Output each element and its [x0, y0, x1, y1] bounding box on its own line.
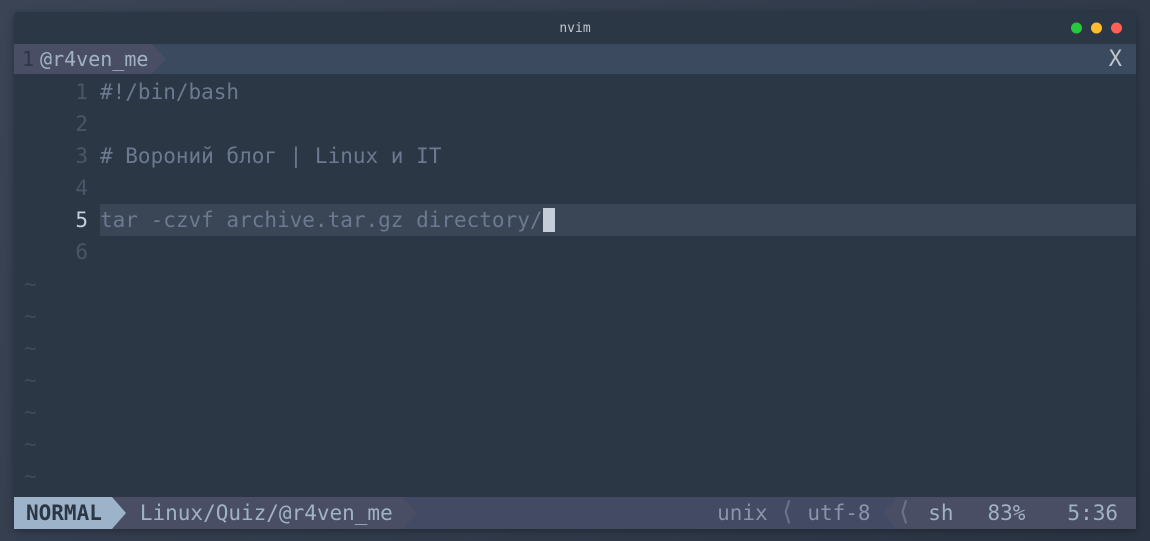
- editor-tabbar: 1 @r4ven_me X: [14, 44, 1136, 74]
- separator-arrow-left-icon: ⟨: [897, 497, 913, 529]
- code-line[interactable]: [100, 172, 1136, 204]
- file-format: unix: [705, 497, 780, 529]
- window-title: nvim: [559, 21, 590, 36]
- line-number: 1: [14, 76, 88, 108]
- terminal-window: nvim 1 @r4ven_me X 1 2 3 4 5 6: [14, 12, 1136, 529]
- separator-arrow-right-icon: [112, 497, 126, 529]
- separator-arrow-left-icon: [883, 497, 897, 529]
- code-line[interactable]: [100, 236, 1136, 268]
- tab-close-button[interactable]: X: [1095, 44, 1136, 74]
- tilde-marker: ~: [24, 428, 100, 460]
- tilde-marker: ~: [24, 332, 100, 364]
- scroll-percent: 83%: [969, 497, 1043, 529]
- code-area[interactable]: #!/bin/bash # Вороний блог | Linux и IT …: [100, 76, 1136, 497]
- tab-active[interactable]: 1 @r4ven_me: [14, 44, 152, 74]
- window-titlebar[interactable]: nvim: [14, 12, 1136, 44]
- line-number: 2: [14, 108, 88, 140]
- cursor-position: 5:36: [1043, 497, 1136, 529]
- code-line-current[interactable]: tar -czvf archive.tar.gz directory/: [100, 204, 1136, 236]
- file-type: sh: [912, 497, 969, 529]
- empty-line-tildes: ~ ~ ~ ~ ~ ~ ~: [14, 268, 100, 492]
- line-number-current: 5: [14, 204, 88, 236]
- line-number: 3: [14, 140, 88, 172]
- tilde-marker: ~: [24, 364, 100, 396]
- editor-left-column: 1 2 3 4 5 6 ~ ~ ~ ~ ~ ~ ~: [14, 76, 100, 497]
- mode-indicator: NORMAL: [14, 497, 112, 529]
- code-line[interactable]: # Вороний блог | Linux и IT: [100, 140, 1136, 172]
- separator-arrow-left-icon: ⟨: [780, 497, 796, 529]
- tilde-marker: ~: [24, 300, 100, 332]
- close-window-button[interactable]: [1111, 23, 1122, 34]
- tab-arrow-icon: [152, 44, 166, 74]
- tilde-marker: ~: [24, 268, 100, 300]
- statusbar: NORMAL Linux/Quiz/@r4ven_me unix ⟨ utf-8…: [14, 497, 1136, 529]
- code-line[interactable]: #!/bin/bash: [100, 76, 1136, 108]
- minimize-button[interactable]: [1071, 23, 1082, 34]
- cursor-icon: [543, 208, 555, 232]
- line-number: 4: [14, 172, 88, 204]
- line-number-gutter: 1 2 3 4 5 6: [14, 76, 100, 268]
- code-line[interactable]: [100, 108, 1136, 140]
- file-encoding: utf-8: [795, 497, 882, 529]
- maximize-button[interactable]: [1091, 23, 1102, 34]
- tab-number: 1: [22, 47, 34, 71]
- tilde-marker: ~: [24, 396, 100, 428]
- window-controls: [1071, 23, 1122, 34]
- line-number: 6: [14, 236, 88, 268]
- file-path: Linux/Quiz/@r4ven_me: [126, 497, 403, 529]
- tilde-marker: ~: [24, 460, 100, 492]
- separator-arrow-right-icon: [403, 497, 417, 529]
- editor-viewport[interactable]: 1 2 3 4 5 6 ~ ~ ~ ~ ~ ~ ~ #!/bin/bash # …: [14, 74, 1136, 497]
- statusbar-spacer: [417, 497, 705, 529]
- tab-filename: @r4ven_me: [40, 47, 148, 71]
